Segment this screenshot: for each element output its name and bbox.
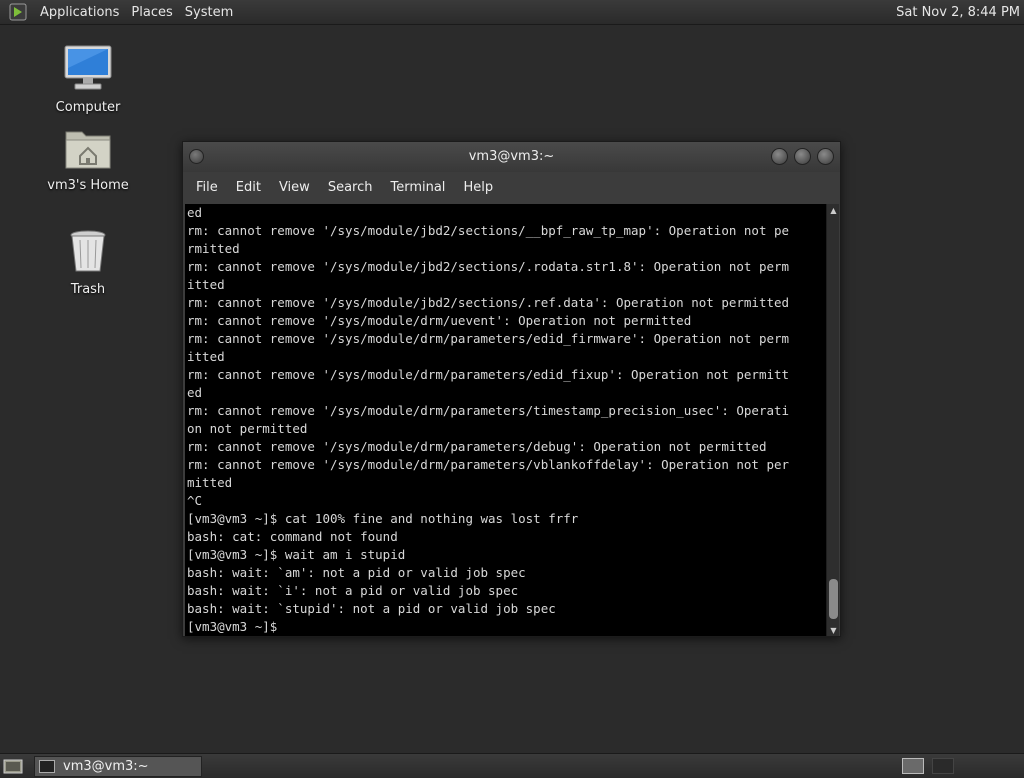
terminal-line: ed bbox=[187, 385, 203, 400]
terminal-line: bash: wait: `stupid': not a pid or valid… bbox=[187, 601, 556, 616]
desktop-icon-computer[interactable]: Computer bbox=[38, 44, 138, 115]
distro-logo-icon[interactable] bbox=[8, 3, 28, 21]
window-titlebar[interactable]: vm3@vm3:~ bbox=[183, 142, 840, 172]
terminal-line: itted bbox=[187, 349, 225, 364]
terminal-line: rm: cannot remove '/sys/module/jbd2/sect… bbox=[187, 259, 790, 274]
menu-applications[interactable]: Applications bbox=[34, 0, 125, 25]
terminal-line: rm: cannot remove '/sys/module/jbd2/sect… bbox=[187, 295, 790, 310]
taskbar-item-label: vm3@vm3:~ bbox=[63, 759, 149, 774]
terminal-scrollbar[interactable]: ▲ ▼ bbox=[826, 204, 839, 636]
menu-terminal[interactable]: Terminal bbox=[381, 180, 454, 195]
menu-search[interactable]: Search bbox=[319, 180, 382, 195]
close-button[interactable] bbox=[817, 148, 834, 165]
show-desktop-icon[interactable] bbox=[3, 757, 23, 775]
terminal-line: on not permitted bbox=[187, 421, 308, 436]
minimize-button[interactable] bbox=[771, 148, 788, 165]
terminal-line: mitted bbox=[187, 475, 233, 490]
window-menu-icon[interactable] bbox=[189, 149, 204, 164]
workspace-2[interactable] bbox=[932, 758, 954, 774]
terminal-line: [vm3@vm3 ~]$ cat 100% fine and nothing w… bbox=[187, 511, 579, 526]
terminal-line: itted bbox=[187, 277, 225, 292]
desktop-icon-label: vm3's Home bbox=[47, 178, 129, 193]
computer-icon bbox=[38, 44, 138, 96]
taskbar-item-terminal[interactable]: vm3@vm3:~ bbox=[34, 756, 202, 777]
terminal-line: rm: cannot remove '/sys/module/jbd2/sect… bbox=[187, 223, 790, 238]
terminal-line: ed bbox=[187, 205, 203, 220]
desktop-icon-label: Trash bbox=[70, 282, 106, 297]
terminal-line: bash: cat: command not found bbox=[187, 529, 398, 544]
terminal-text: ed rm: cannot remove '/sys/module/jbd2/se… bbox=[185, 204, 826, 636]
terminal-line: rm: cannot remove '/sys/module/drm/ueven… bbox=[187, 313, 692, 328]
terminal-line: ^C bbox=[187, 493, 203, 508]
menu-file[interactable]: File bbox=[187, 180, 227, 195]
terminal-line: rm: cannot remove '/sys/module/drm/param… bbox=[187, 457, 790, 472]
scroll-up-icon[interactable]: ▲ bbox=[827, 204, 840, 216]
terminal-output[interactable]: ed rm: cannot remove '/sys/module/jbd2/se… bbox=[185, 204, 826, 636]
desktop-icon-home[interactable]: vm3's Home bbox=[38, 126, 138, 193]
trash-icon bbox=[38, 228, 138, 278]
terminal-line: [vm3@vm3 ~]$ wait am i stupid bbox=[187, 547, 406, 562]
terminal-line: rm: cannot remove '/sys/module/drm/param… bbox=[187, 331, 790, 346]
home-folder-icon bbox=[38, 126, 138, 174]
terminal-line: rmitted bbox=[187, 241, 240, 256]
terminal-line: rm: cannot remove '/sys/module/drm/param… bbox=[187, 403, 790, 418]
maximize-button[interactable] bbox=[794, 148, 811, 165]
terminal-line: bash: wait: `i': not a pid or valid job … bbox=[187, 583, 519, 598]
terminal-line: rm: cannot remove '/sys/module/drm/param… bbox=[187, 439, 767, 454]
terminal-line: rm: cannot remove '/sys/module/drm/param… bbox=[187, 367, 790, 382]
desktop-icon-trash[interactable]: Trash bbox=[38, 228, 138, 297]
window-title: vm3@vm3:~ bbox=[468, 149, 555, 164]
menu-system[interactable]: System bbox=[179, 0, 239, 25]
menu-help[interactable]: Help bbox=[454, 180, 502, 195]
scrollbar-thumb[interactable] bbox=[829, 579, 838, 619]
top-panel: Applications Places System Sat Nov 2, 8:… bbox=[0, 0, 1024, 25]
bottom-panel: vm3@vm3:~ bbox=[0, 753, 1024, 778]
scroll-down-icon[interactable]: ▼ bbox=[827, 624, 840, 636]
desktop-icon-label: Computer bbox=[55, 100, 121, 115]
terminal-icon bbox=[39, 760, 55, 773]
clock[interactable]: Sat Nov 2, 8:44 PM bbox=[896, 0, 1020, 25]
menu-view[interactable]: View bbox=[270, 180, 319, 195]
terminal-window: vm3@vm3:~ File Edit View Search Terminal… bbox=[182, 141, 841, 637]
terminal-line: bash: wait: `am': not a pid or valid job… bbox=[187, 565, 526, 580]
menu-places[interactable]: Places bbox=[125, 0, 178, 25]
terminal-menubar: File Edit View Search Terminal Help bbox=[183, 172, 840, 202]
terminal-line: [vm3@vm3 ~]$ bbox=[187, 619, 285, 634]
menu-edit[interactable]: Edit bbox=[227, 180, 270, 195]
workspace-1[interactable] bbox=[902, 758, 924, 774]
